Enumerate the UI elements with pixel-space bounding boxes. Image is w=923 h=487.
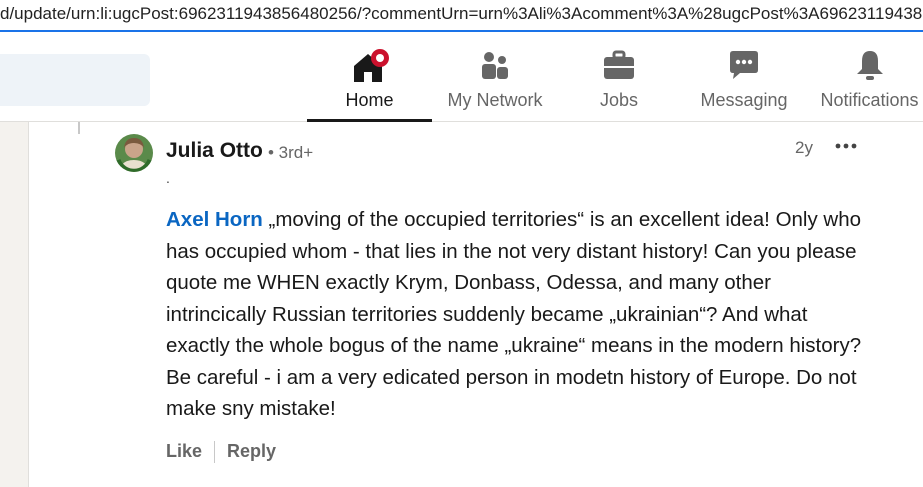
people-icon xyxy=(478,48,512,87)
comment-body: Axel Horn „moving of the occupied territ… xyxy=(166,204,866,425)
nav-home-label: Home xyxy=(345,90,394,110)
nav-notifications-label: Notifications xyxy=(820,90,919,110)
nav-messaging[interactable]: Messaging xyxy=(690,42,798,122)
comment-time: 2y xyxy=(795,138,813,157)
mention-link[interactable]: Axel Horn xyxy=(166,208,263,231)
comment-actions: Like Reply xyxy=(166,441,276,464)
chat-icon xyxy=(726,48,762,87)
comment-author[interactable]: Julia Otto xyxy=(166,139,263,163)
nav-jobs[interactable]: Jobs xyxy=(570,42,668,122)
action-divider xyxy=(214,441,216,464)
thread-line xyxy=(78,122,80,134)
avatar[interactable] xyxy=(115,134,153,172)
nav-notifications[interactable]: Notifications xyxy=(808,42,923,122)
nav-jobs-label: Jobs xyxy=(599,90,639,110)
bell-icon xyxy=(853,48,887,87)
top-nav: Home My Network Jobs Messaging Notificat… xyxy=(0,32,923,122)
url-text[interactable]: d/update/urn:li:ugcPost:6962311943856480… xyxy=(0,4,923,24)
home-icon xyxy=(350,48,390,89)
connection-degree: • 3rd+ xyxy=(268,143,314,162)
nav-my-network[interactable]: My Network xyxy=(438,42,552,122)
nav-home[interactable]: Home xyxy=(307,42,432,122)
nav-messaging-label: Messaging xyxy=(700,90,788,110)
comment-text: „moving of the occupied territories“ is … xyxy=(166,208,862,420)
address-bar[interactable]: d/update/urn:li:ugcPost:6962311943856480… xyxy=(0,0,923,32)
reply-button[interactable]: Reply xyxy=(227,441,276,461)
search-input[interactable] xyxy=(0,54,150,106)
briefcase-icon xyxy=(602,48,636,87)
author-headline: . xyxy=(166,170,170,186)
more-options-icon[interactable] xyxy=(834,134,858,158)
nav-network-label: My Network xyxy=(447,90,543,110)
like-button[interactable]: Like xyxy=(166,441,202,461)
